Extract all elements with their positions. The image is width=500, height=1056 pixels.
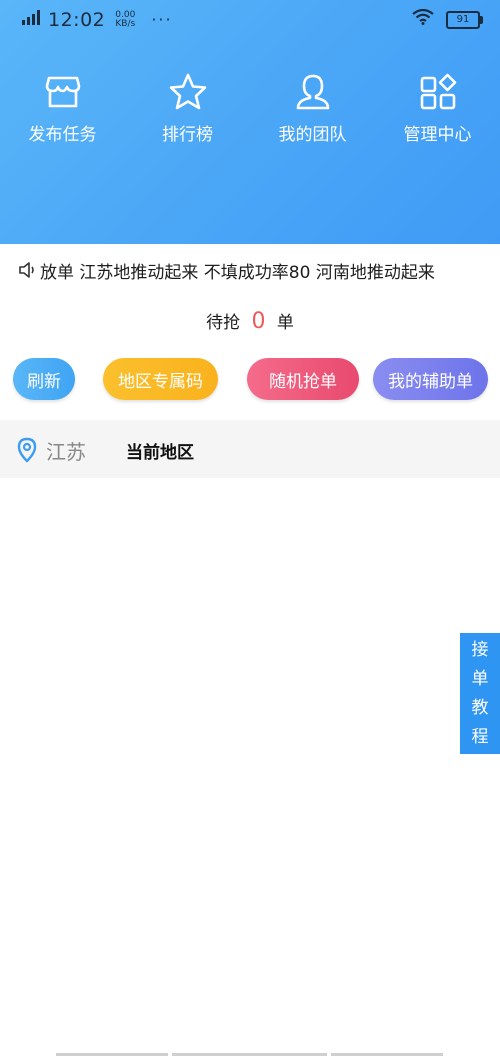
menu-admin-center[interactable]: 管理中心 bbox=[375, 72, 500, 145]
apps-icon bbox=[420, 73, 456, 110]
header-banner: 12:02 0.00 KB/s ··· 91 发布任务 排行榜 我的团队 管理中… bbox=[0, 0, 500, 244]
status-bar: 12:02 0.00 KB/s ··· 91 bbox=[0, 0, 500, 36]
location-pin-icon bbox=[17, 437, 37, 463]
current-region-label: 当前地区 bbox=[126, 443, 194, 463]
menu-leaderboard[interactable]: 排行榜 bbox=[125, 72, 250, 145]
menu-label: 我的团队 bbox=[278, 125, 347, 145]
region-selector[interactable]: 江苏 当前地区 bbox=[0, 420, 500, 478]
signal-icon bbox=[20, 8, 42, 31]
bottom-tab-indicators bbox=[0, 1052, 500, 1056]
speaker-icon bbox=[19, 262, 34, 278]
announcement-marquee[interactable]: 放单 江苏地推动起来 不填成功率80 河南地推动起来 bbox=[0, 256, 500, 284]
more-notifications-icon: ··· bbox=[151, 10, 173, 29]
my-helper-orders-button[interactable]: 我的辅助单 bbox=[373, 358, 488, 400]
announcement-text: 放单 江苏地推动起来 不填成功率80 河南地推动起来 bbox=[40, 262, 435, 283]
pending-prefix: 待抢 bbox=[206, 313, 241, 333]
region-name[interactable]: 江苏 bbox=[46, 436, 86, 465]
user-icon bbox=[296, 74, 329, 110]
store-icon bbox=[45, 76, 80, 108]
order-tutorial-tab[interactable]: 接 单 教 程 bbox=[460, 633, 500, 754]
tutorial-char: 教 bbox=[471, 697, 489, 718]
pending-suffix: 单 bbox=[276, 313, 294, 333]
refresh-button[interactable]: 刷新 bbox=[13, 358, 75, 400]
menu-label: 排行榜 bbox=[162, 125, 213, 145]
main-menu: 发布任务 排行榜 我的团队 管理中心 bbox=[0, 72, 500, 145]
menu-my-team[interactable]: 我的团队 bbox=[250, 72, 375, 145]
menu-label: 发布任务 bbox=[28, 125, 97, 145]
tutorial-char: 单 bbox=[471, 668, 489, 689]
action-buttons: 刷新 地区专属码 随机抢单 我的辅助单 bbox=[13, 358, 488, 400]
star-icon bbox=[169, 73, 206, 110]
status-time: 12:02 bbox=[48, 8, 106, 31]
menu-label: 管理中心 bbox=[403, 125, 472, 145]
battery-icon: 91 bbox=[446, 10, 483, 29]
wifi-icon bbox=[412, 8, 434, 30]
speed-unit: KB/s bbox=[115, 18, 136, 29]
network-speed: 0.00 KB/s bbox=[115, 10, 136, 29]
tutorial-char: 接 bbox=[471, 639, 489, 660]
region-code-button[interactable]: 地区专属码 bbox=[103, 358, 218, 400]
pending-count: 0 bbox=[251, 309, 266, 334]
menu-publish-task[interactable]: 发布任务 bbox=[0, 72, 125, 145]
pending-orders: 待抢 0 单 bbox=[0, 308, 500, 334]
random-grab-button[interactable]: 随机抢单 bbox=[247, 358, 359, 400]
tutorial-char: 程 bbox=[471, 726, 489, 747]
